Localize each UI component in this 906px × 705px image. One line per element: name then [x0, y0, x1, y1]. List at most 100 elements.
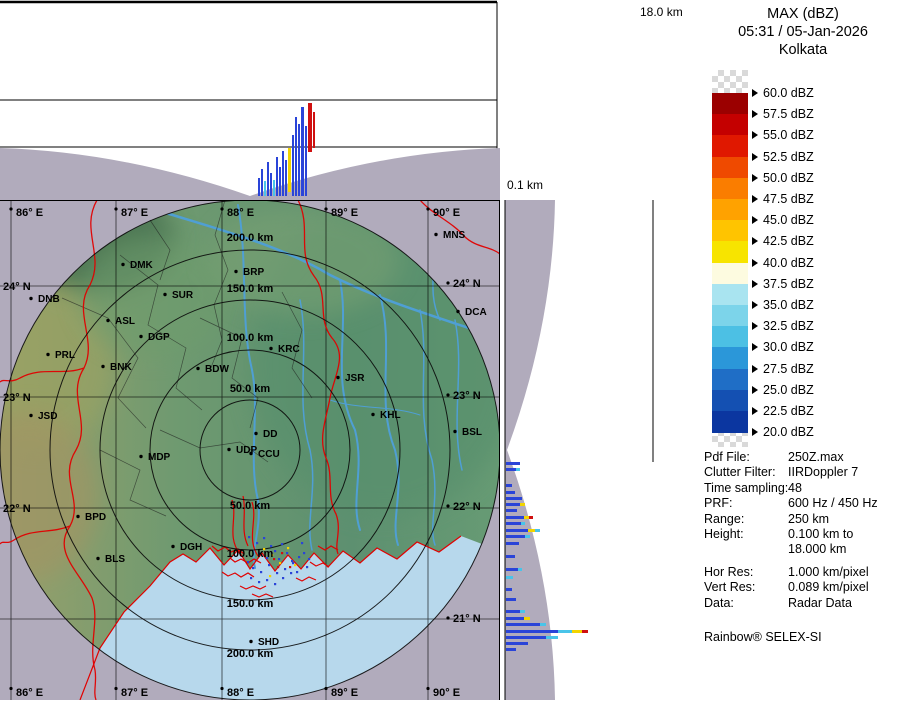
- threshold-arrow-icon: [752, 343, 758, 351]
- info-field-value: 18.000 km: [788, 542, 846, 556]
- graticule-dot: [446, 616, 449, 619]
- city-dot: [163, 293, 166, 296]
- threshold-arrow-icon: [752, 280, 758, 288]
- info-field-label: Range:: [704, 512, 744, 526]
- city-label: CCU: [258, 449, 280, 460]
- info-field-label: Data:: [704, 596, 734, 610]
- top-projection-view: [0, 0, 500, 200]
- scale-threshold-label: 37.5 dBZ: [752, 276, 814, 292]
- longitude-label: 87° E: [121, 687, 148, 699]
- height-axis-min-label: 0.1 km: [507, 178, 543, 192]
- city-label: BDW: [205, 364, 229, 375]
- graticule-dot: [114, 207, 117, 210]
- info-row: Pdf File: 250Z.max: [700, 450, 906, 465]
- city-label: BRP: [243, 267, 264, 278]
- graticule-dot: [9, 687, 12, 690]
- info-field-value: 0.089 km/pixel: [788, 580, 869, 594]
- city-label: MDP: [148, 452, 171, 463]
- scale-threshold-label: 27.5 dBZ: [752, 361, 814, 377]
- scale-threshold-label: 57.5 dBZ: [752, 106, 814, 122]
- city-dot: [29, 297, 32, 300]
- range-ring-label: 150.0 km: [227, 598, 274, 610]
- threshold-text: 35.0 dBZ: [763, 298, 814, 312]
- range-ring-label: 100.0 km: [227, 548, 274, 560]
- scale-threshold-label: 30.0 dBZ: [752, 339, 814, 355]
- side-projection-view: [500, 200, 660, 700]
- city-dot: [249, 640, 252, 643]
- scale-threshold-label: 35.0 dBZ: [752, 297, 814, 313]
- info-field-label: Time sampling:: [704, 481, 788, 495]
- info-field-label: Height:: [704, 527, 744, 541]
- threshold-arrow-icon: [752, 407, 758, 415]
- city-label: DNB: [38, 294, 60, 305]
- city-dot: [456, 310, 459, 313]
- city-dot: [76, 515, 79, 518]
- info-field-label: Pdf File:: [704, 450, 750, 464]
- threshold-arrow-icon: [752, 195, 758, 203]
- info-row: PRF:600 Hz / 450 Hz: [700, 496, 906, 511]
- range-ring-label: 50.0 km: [230, 383, 271, 395]
- info-field-value: 250Z.max: [788, 450, 844, 464]
- latitude-label: 22° N: [3, 503, 31, 515]
- city-dot: [121, 263, 124, 266]
- longitude-label: 89° E: [331, 687, 358, 699]
- city-dot: [434, 233, 437, 236]
- threshold-text: 40.0 dBZ: [763, 256, 814, 270]
- height-axis-max-label: 18.0 km: [640, 5, 683, 19]
- graticule-dot: [324, 687, 327, 690]
- longitude-label: 90° E: [433, 207, 460, 219]
- graticule-dot: [446, 504, 449, 507]
- threshold-text: 50.0 dBZ: [763, 171, 814, 185]
- threshold-arrow-icon: [752, 153, 758, 161]
- brand-label: Rainbow® SELEX-SI: [704, 630, 822, 644]
- info-field-label: Hor Res:: [704, 565, 753, 579]
- graticule-dot: [446, 281, 449, 284]
- city-dot: [106, 319, 109, 322]
- city-dot: [101, 365, 104, 368]
- city-label: JSR: [345, 373, 365, 384]
- scale-threshold-label: 42.5 dBZ: [752, 233, 814, 249]
- city-dot: [453, 430, 456, 433]
- threshold-text: 32.5 dBZ: [763, 319, 814, 333]
- threshold-arrow-icon: [752, 322, 758, 330]
- longitude-label: 86° E: [16, 207, 43, 219]
- scale-threshold-label: 60.0 dBZ: [752, 85, 814, 101]
- info-field-label: PRF:: [704, 496, 732, 510]
- longitude-label: 88° E: [227, 687, 254, 699]
- city-dot: [96, 557, 99, 560]
- graticule-dot: [324, 207, 327, 210]
- info-field-value: IIRDoppler 7: [788, 465, 858, 479]
- threshold-text: 42.5 dBZ: [763, 234, 814, 248]
- graticule-dot: [426, 687, 429, 690]
- city-label: DGP: [148, 332, 170, 343]
- city-label: BNK: [110, 362, 132, 373]
- threshold-arrow-icon: [752, 89, 758, 97]
- threshold-arrow-icon: [752, 386, 758, 394]
- threshold-text: 47.5 dBZ: [763, 192, 814, 206]
- city-dot: [196, 367, 199, 370]
- info-field-label: Clutter Filter:: [704, 465, 776, 479]
- info-row: Clutter Filter: IIRDoppler 7: [700, 465, 906, 480]
- threshold-arrow-icon: [752, 131, 758, 139]
- city-dot: [46, 353, 49, 356]
- scale-threshold-label: 52.5 dBZ: [752, 149, 814, 165]
- threshold-text: 30.0 dBZ: [763, 340, 814, 354]
- latitude-label: 24° N: [453, 278, 481, 290]
- latitude-label: 23° N: [3, 392, 31, 404]
- city-label: DMK: [130, 260, 154, 271]
- radar-display-window: 200.0 km150.0 km100.0 km50.0 km50.0 km10…: [0, 0, 906, 700]
- city-label: UDP: [236, 445, 257, 456]
- scale-threshold-label: 47.5 dBZ: [752, 191, 814, 207]
- map-panel: 200.0 km150.0 km100.0 km50.0 km50.0 km10…: [0, 200, 500, 700]
- info-row: Hor Res:1.000 km/pixel: [700, 565, 906, 580]
- city-dot: [227, 448, 230, 451]
- info-field-value: 48: [788, 481, 802, 495]
- scale-threshold-label: 40.0 dBZ: [752, 255, 814, 271]
- threshold-text: 37.5 dBZ: [763, 277, 814, 291]
- info-row: Height: 0.100 km to: [700, 527, 906, 542]
- city-dot: [254, 432, 257, 435]
- info-field-value: 0.100 km to: [788, 527, 853, 541]
- threshold-arrow-icon: [752, 216, 758, 224]
- threshold-arrow-icon: [752, 301, 758, 309]
- city-label: JSD: [38, 411, 57, 422]
